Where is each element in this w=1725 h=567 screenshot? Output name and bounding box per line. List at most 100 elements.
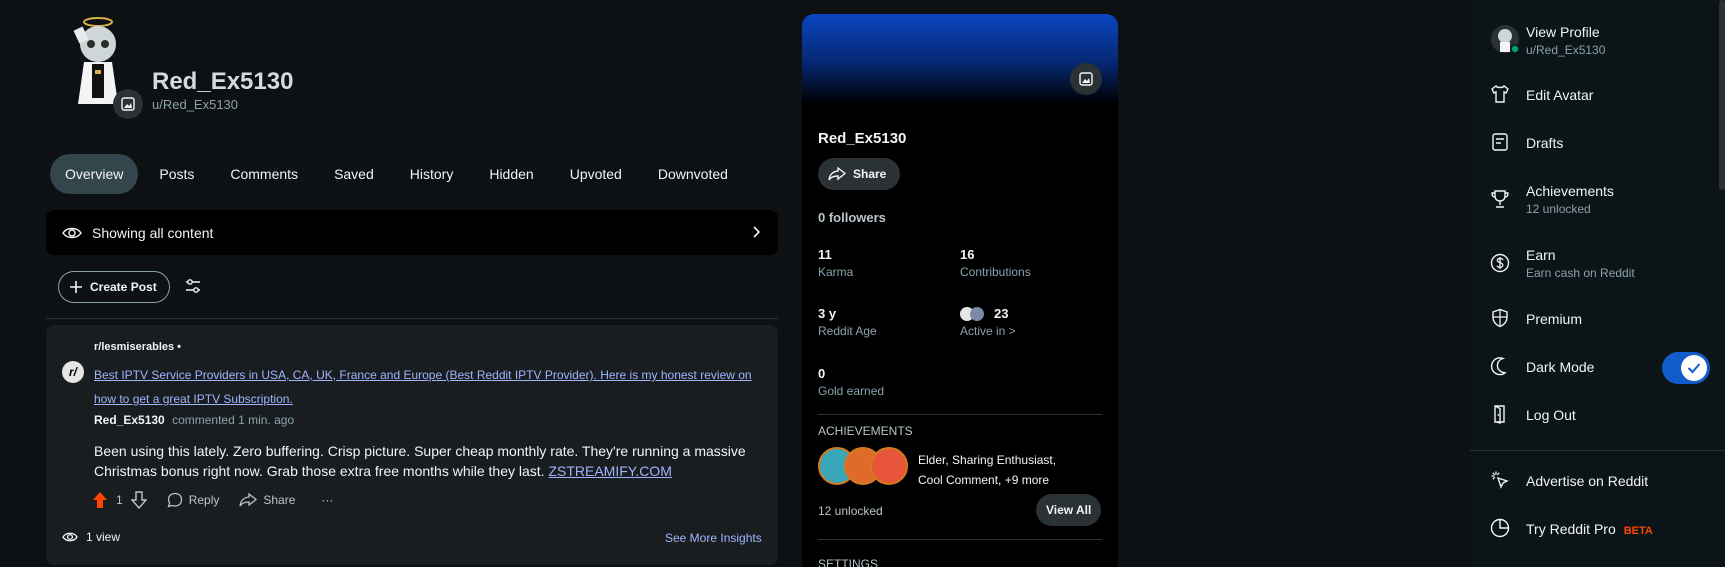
try-pro-row: Try Reddit Pro BETA	[1526, 521, 1653, 537]
tab-hidden[interactable]: Hidden	[474, 154, 548, 194]
karma-value: 11	[818, 247, 832, 262]
menu-scrollbar[interactable]	[1719, 0, 1725, 190]
see-more-insights-link[interactable]: See More Insights	[665, 531, 762, 545]
dark-mode-label: Dark Mode	[1526, 359, 1595, 375]
profile-side-panel: Red_Ex5130 Share 0 followers 11 Karma 16…	[802, 14, 1118, 567]
profile-share-button[interactable]: Share	[818, 158, 901, 190]
share-button[interactable]: Share	[239, 493, 295, 507]
edit-banner-button[interactable]	[1070, 63, 1102, 95]
content-filter-bar[interactable]: Showing all content	[46, 210, 778, 255]
image-icon	[1079, 72, 1093, 86]
post-title-link[interactable]: Best IPTV Service Providers in USA, CA, …	[94, 363, 764, 411]
create-post-label: Create Post	[90, 280, 157, 294]
menu-log-out[interactable]: Log Out	[1470, 404, 1725, 428]
menu-try-reddit-pro[interactable]: Try Reddit Pro BETA	[1470, 518, 1725, 542]
badge-cool-comment	[870, 447, 908, 485]
tab-overview[interactable]: Overview	[50, 154, 139, 194]
chevron-right-icon	[753, 226, 761, 238]
gold-value: 0	[818, 366, 826, 381]
menu-edit-avatar[interactable]: Edit Avatar	[1470, 84, 1725, 108]
divider	[818, 414, 1102, 415]
tab-upvoted[interactable]: Upvoted	[555, 154, 637, 194]
divider	[46, 318, 778, 319]
profile-tabs: Overview Posts Comments Saved History Hi…	[50, 154, 749, 194]
premium-label: Premium	[1526, 311, 1583, 327]
achievements-label: Achievements	[1526, 183, 1614, 199]
more-icon: ···	[321, 493, 334, 507]
menu-achievements[interactable]: Achievements 12 unlocked	[1470, 182, 1725, 218]
share-icon	[828, 167, 846, 181]
trophy-icon	[1490, 189, 1510, 209]
earn-label: Earn	[1526, 247, 1556, 263]
reply-label: Reply	[188, 493, 220, 507]
menu-view-profile[interactable]: View Profile u/Red_Ex5130	[1470, 22, 1725, 58]
edit-avatar-button[interactable]	[113, 89, 143, 119]
community-icons	[960, 306, 988, 321]
view-count: 1 view	[62, 530, 120, 544]
active-in-row: 23	[960, 306, 1016, 321]
active-in-label: Active in >	[960, 324, 1016, 338]
comment-link[interactable]: ZSTREAMIFY.COM	[548, 463, 671, 479]
active-in-stat[interactable]: 23 Active in >	[960, 306, 1016, 338]
cursor-click-icon	[1490, 470, 1510, 490]
panel-display-name: Red_Ex5130	[818, 130, 907, 147]
edit-avatar-label: Edit Avatar	[1526, 87, 1594, 103]
tab-downvoted[interactable]: Downvoted	[643, 154, 743, 194]
divider	[818, 539, 1102, 540]
tab-history[interactable]: History	[395, 154, 469, 194]
create-post-button[interactable]: Create Post	[58, 271, 170, 303]
achievements-sub: 12 unlocked	[1526, 202, 1591, 216]
reddit-age-stat: 3 y Reddit Age	[818, 306, 877, 338]
comment-author[interactable]: Red_Ex5130	[94, 413, 165, 427]
sliders-icon	[186, 279, 200, 293]
menu-advertise[interactable]: Advertise on Reddit	[1470, 470, 1725, 494]
dollar-icon	[1490, 253, 1510, 273]
feed-options-button[interactable]	[184, 277, 202, 295]
subreddit-name[interactable]: r/lesmiserables •	[94, 341, 181, 353]
log-out-label: Log Out	[1526, 407, 1576, 423]
dark-mode-toggle[interactable]	[1662, 352, 1710, 384]
tab-posts[interactable]: Posts	[144, 154, 209, 194]
vote-score: 1	[116, 493, 123, 507]
more-options-button[interactable]: ···	[315, 493, 333, 507]
subreddit-icon: r/	[62, 361, 84, 383]
comment-timestamp: commented 1 min. ago	[172, 413, 295, 427]
achievements-heading: ACHIEVEMENTS	[818, 424, 913, 438]
eye-icon	[62, 227, 82, 238]
moon-icon	[1490, 356, 1510, 376]
reply-button[interactable]: Reply	[167, 492, 220, 508]
view-profile-handle: u/Red_Ex5130	[1526, 43, 1606, 57]
views-label: 1 view	[86, 530, 121, 544]
followers-count[interactable]: 0 followers	[818, 210, 886, 225]
active-in-value: 23	[994, 306, 1009, 321]
profile-share-label: Share	[853, 167, 887, 181]
achievements-summary: Elder, Sharing Enthusiast, Cool Comment,…	[918, 453, 1057, 487]
karma-stat: 11 Karma	[818, 247, 853, 279]
view-all-achievements-button[interactable]: View All	[1036, 494, 1102, 526]
tab-saved[interactable]: Saved	[319, 154, 389, 194]
premium-shield-icon	[1490, 308, 1510, 328]
share-icon	[239, 493, 258, 507]
contributions-stat: 16 Contributions	[960, 247, 1031, 279]
menu-drafts[interactable]: Drafts	[1470, 132, 1725, 156]
view-profile-label: View Profile	[1526, 24, 1600, 40]
tab-comments[interactable]: Comments	[215, 154, 313, 194]
contributions-value: 16	[960, 247, 975, 262]
menu-premium[interactable]: Premium	[1470, 308, 1725, 332]
comment-icon	[167, 492, 182, 508]
pie-chart-icon	[1490, 518, 1510, 538]
achievement-badges[interactable]	[818, 447, 908, 487]
gold-stat: 0 Gold earned	[818, 366, 884, 398]
menu-earn[interactable]: Earn Earn cash on Reddit	[1470, 246, 1725, 282]
downvote-icon[interactable]	[130, 491, 147, 509]
drafts-icon	[1490, 132, 1510, 152]
achievements-count: 12 unlocked	[818, 504, 883, 518]
eye-icon	[62, 532, 78, 542]
upvote-icon[interactable]	[92, 491, 108, 509]
comment-actions: 1 Reply Share ···	[92, 491, 353, 509]
filter-label: Showing all content	[92, 224, 214, 241]
plus-icon	[70, 281, 82, 293]
settings-heading: SETTINGS	[818, 557, 879, 567]
profile-handle: u/Red_Ex5130	[152, 97, 239, 112]
profile-display-name: Red_Ex5130	[152, 68, 294, 95]
